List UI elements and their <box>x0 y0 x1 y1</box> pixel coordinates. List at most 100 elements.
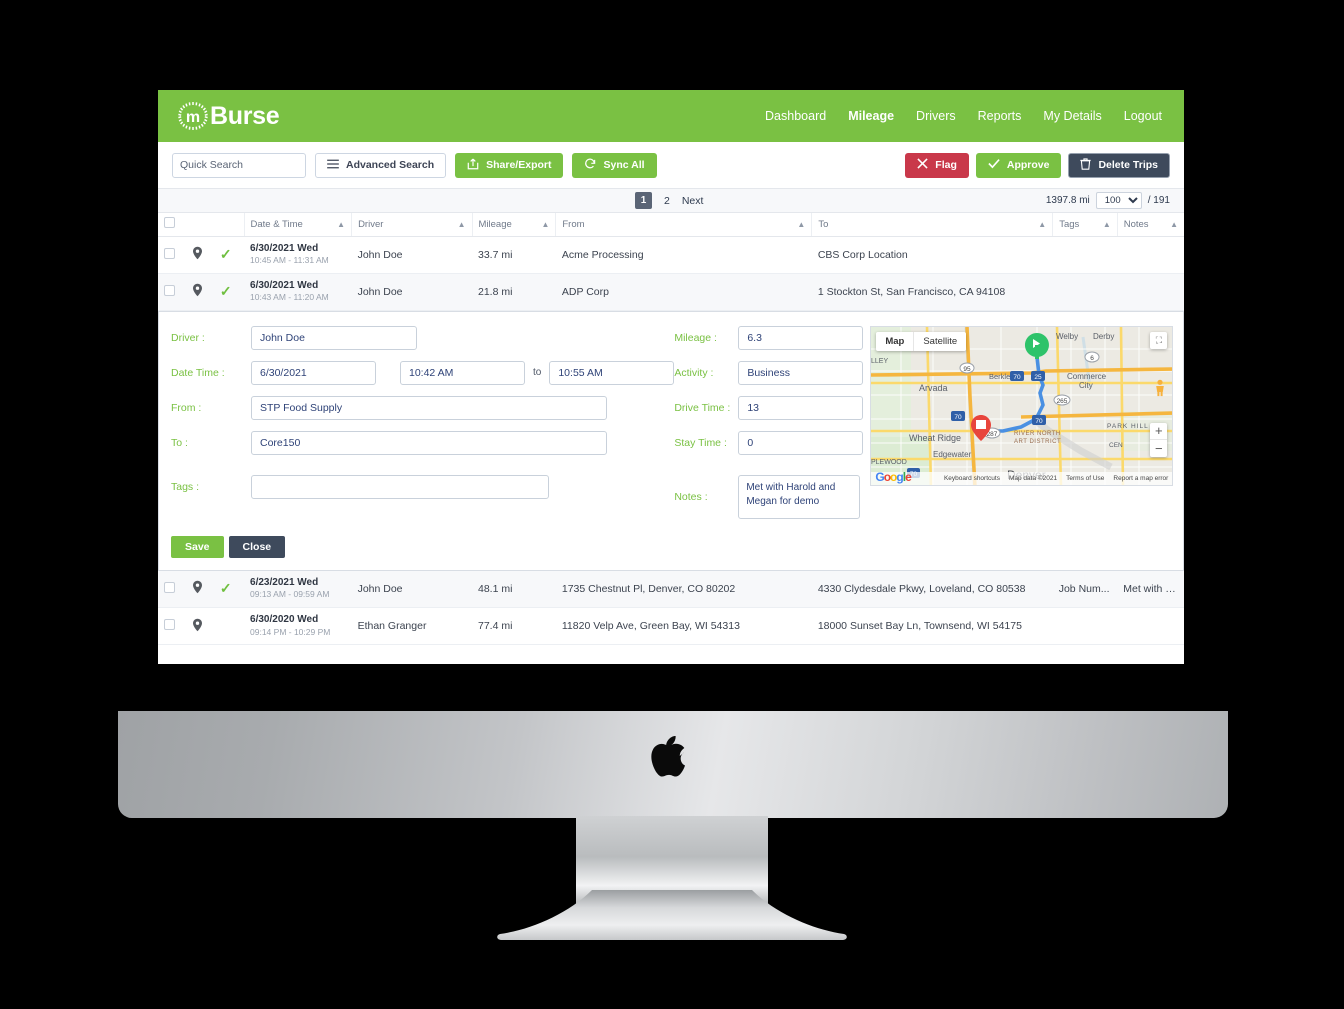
sort-caret-icon[interactable]: ▲ <box>1103 220 1111 229</box>
row-checkbox[interactable] <box>164 581 175 593</box>
nav-item-my-details[interactable]: My Details <box>1043 109 1101 123</box>
date-input[interactable] <box>251 360 376 385</box>
table-row[interactable]: ✓ 6/30/2021 Wed 10:45 AM - 11:31 AM John… <box>158 236 1184 274</box>
header-label: To <box>818 218 829 230</box>
zoom-out-button[interactable]: − <box>1150 440 1167 457</box>
svg-text:City: City <box>1079 381 1093 390</box>
table-row[interactable]: ✓ 6/23/2021 Wed 09:13 AM - 09:59 AM John… <box>158 570 1184 608</box>
map-pin-cell[interactable] <box>185 273 214 311</box>
from-input[interactable] <box>251 395 607 420</box>
total-records: / 191 <box>1147 195 1170 206</box>
next-page-button[interactable]: Next <box>682 195 704 207</box>
page-button-1[interactable]: 1 <box>635 192 652 209</box>
sort-caret-icon[interactable]: ▲ <box>337 220 345 229</box>
sort-caret-icon[interactable]: ▲ <box>1038 220 1046 229</box>
driver-input[interactable] <box>251 325 417 350</box>
sort-caret-icon[interactable]: ▲ <box>541 220 549 229</box>
select-all-checkbox[interactable] <box>164 217 175 229</box>
flag-button[interactable]: Flag <box>905 152 969 178</box>
row-checkbox-cell[interactable] <box>158 570 186 608</box>
activity-input[interactable] <box>738 360 864 385</box>
notes-textarea[interactable]: Met with Harold and Megan for demo <box>738 474 861 519</box>
end-time-input[interactable] <box>549 360 675 385</box>
from-cell: Acme Processing <box>555 236 812 274</box>
header-from[interactable]: From ▲ <box>555 213 812 237</box>
approved-cell <box>213 607 245 645</box>
map-zoom-controls[interactable]: + − <box>1150 422 1168 457</box>
nav-item-mileage[interactable]: Mileage <box>848 109 894 123</box>
header-mileage[interactable]: Mileage ▲ <box>471 213 556 237</box>
map-pin-cell[interactable] <box>185 570 214 608</box>
map-tab-map[interactable]: Map <box>876 331 915 351</box>
to-input[interactable] <box>251 430 607 455</box>
to-cell: 18000 Sunset Bay Ln, Townsend, WI 54175 <box>811 607 1053 645</box>
map-pin-icon[interactable] <box>192 581 203 597</box>
map-pin-icon[interactable] <box>192 246 203 263</box>
search-input[interactable] <box>180 159 315 171</box>
row-checkbox[interactable] <box>164 247 175 259</box>
mileage-cell: 21.8 mi <box>472 273 556 311</box>
svg-text:Derby: Derby <box>1093 332 1114 341</box>
brand-logo[interactable]: m Burse <box>178 101 280 131</box>
nav-item-drivers[interactable]: Drivers <box>916 109 956 123</box>
keyboard-shortcuts-link[interactable]: Keyboard shortcuts <box>944 475 1000 482</box>
row-checkbox[interactable] <box>164 619 175 630</box>
header-date-time[interactable]: Date & Time ▲ <box>243 213 352 237</box>
map-pin-icon[interactable] <box>192 618 203 635</box>
map-pin-cell[interactable] <box>185 607 214 645</box>
mileage-input[interactable] <box>738 325 864 350</box>
header-to[interactable]: To ▲ <box>811 213 1053 237</box>
page-size-select[interactable]: 100 <box>1095 192 1142 209</box>
map-type-toggle[interactable]: Map Satellite <box>876 331 967 351</box>
save-button[interactable]: Save <box>171 535 224 558</box>
map-pin-cell[interactable] <box>185 236 214 274</box>
nav-item-logout[interactable]: Logout <box>1124 109 1162 123</box>
to-label: To : <box>171 436 188 449</box>
delete-trips-button[interactable]: Delete Trips <box>1068 152 1170 178</box>
trash-icon <box>1080 157 1092 173</box>
select-all-header[interactable] <box>158 213 186 237</box>
row-checkbox-cell[interactable] <box>158 607 186 645</box>
sort-caret-icon[interactable]: ▲ <box>458 220 466 229</box>
approve-button[interactable]: Approve <box>975 152 1062 178</box>
sort-caret-icon[interactable]: ▲ <box>797 220 805 229</box>
svg-text:95: 95 <box>964 366 972 373</box>
report-map-error-link[interactable]: Report a map error <box>1113 475 1168 482</box>
table-row[interactable]: ✓ 6/30/2021 Wed 10:43 AM - 11:20 AM John… <box>158 273 1184 311</box>
header-driver[interactable]: Driver ▲ <box>351 213 472 237</box>
header-label: Mileage <box>478 218 512 230</box>
street-view-icon[interactable] <box>1154 379 1166 400</box>
expand-icon[interactable]: ⛶ <box>1150 331 1168 349</box>
nav-item-reports[interactable]: Reports <box>978 109 1022 123</box>
tags-cell <box>1052 607 1118 645</box>
svg-text:Edgewater: Edgewater <box>933 450 972 459</box>
svg-text:70: 70 <box>1036 418 1044 425</box>
sort-caret-icon[interactable]: ▲ <box>1170 220 1178 229</box>
table-row[interactable]: 6/30/2020 Wed 09:14 PM - 10:29 PM Ethan … <box>158 607 1184 645</box>
nav-item-dashboard[interactable]: Dashboard <box>765 109 826 123</box>
trip-map[interactable]: Welby Derby Berkley Arvada Commerce City… <box>870 325 1174 486</box>
advanced-search-button[interactable]: Advanced Search <box>315 152 447 178</box>
stay-time-input[interactable] <box>738 430 864 455</box>
pagination-bar: 1 2 Next 1397.8 mi 100 / 191 <box>158 188 1184 213</box>
quick-search-box[interactable] <box>172 152 326 178</box>
header-tags[interactable]: Tags ▲ <box>1052 213 1118 237</box>
share-export-button[interactable]: Share/Export <box>455 152 564 178</box>
map-tab-satellite[interactable]: Satellite <box>914 331 967 351</box>
flag-label: Flag <box>935 159 957 171</box>
drive-time-input[interactable] <box>738 395 864 420</box>
start-time-input[interactable] <box>400 360 525 385</box>
sync-all-button[interactable]: Sync All <box>572 152 657 178</box>
terms-of-use-link[interactable]: Terms of Use <box>1066 475 1104 482</box>
tags-input[interactable] <box>251 474 549 499</box>
header-label: Date & Time <box>250 218 303 230</box>
map-pin-icon[interactable] <box>192 283 203 300</box>
page-button-2[interactable]: 2 <box>664 195 670 207</box>
row-checkbox-cell[interactable] <box>158 236 186 274</box>
datetime-label: Date Time : <box>171 366 225 379</box>
row-checkbox[interactable] <box>164 284 175 296</box>
row-checkbox-cell[interactable] <box>158 273 186 311</box>
zoom-in-button[interactable]: + <box>1150 423 1168 440</box>
close-button[interactable]: Close <box>228 535 286 558</box>
header-notes[interactable]: Notes ▲ <box>1116 213 1184 237</box>
